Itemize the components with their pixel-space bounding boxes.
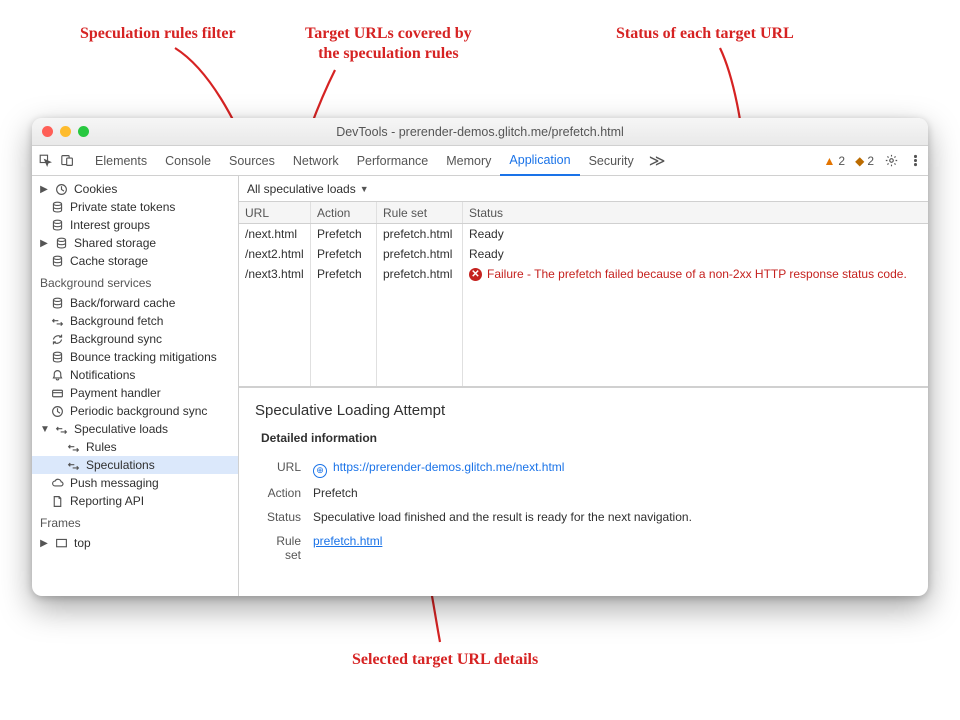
- sidebar-item-reporting-api[interactable]: Reporting API: [32, 492, 238, 510]
- annotation-filter: Speculation rules filter: [80, 24, 236, 44]
- globe-icon: ⊕: [313, 464, 327, 478]
- titlebar: DevTools - prerender-demos.glitch.me/pre…: [32, 118, 928, 146]
- sidebar-item-rules[interactable]: Rules: [32, 438, 238, 456]
- sidebar-item-speculative-loads[interactable]: ▼Speculative loads: [32, 420, 238, 438]
- error-icon: ✕: [469, 268, 482, 281]
- sidebar-item-private-state-tokens[interactable]: Private state tokens: [32, 198, 238, 216]
- arrows-icon: [66, 440, 80, 454]
- frame-icon: [54, 536, 68, 550]
- warnings-badge[interactable]: ▲2: [824, 154, 846, 168]
- detail-heading: Speculative Loading Attempt: [255, 402, 912, 419]
- detail-url-link[interactable]: https://prerender-demos.glitch.me/next.h…: [333, 460, 564, 474]
- tab-performance[interactable]: Performance: [348, 146, 438, 176]
- sidebar-item-back-forward-cache[interactable]: Back/forward cache: [32, 294, 238, 312]
- sidebar-item-cookies[interactable]: ▶Cookies: [32, 180, 238, 198]
- detail-ruleset-link[interactable]: prefetch.html: [313, 534, 382, 548]
- device-icon[interactable]: [60, 154, 74, 168]
- arrows-icon: [50, 314, 64, 328]
- table-row[interactable]: /next2.htmlPrefetchprefetch.htmlReady: [239, 244, 928, 264]
- devtools-window: DevTools - prerender-demos.glitch.me/pre…: [32, 118, 928, 596]
- sidebar-group-frames: Frames: [32, 510, 238, 534]
- table-row[interactable]: /next.htmlPrefetchprefetch.htmlReady: [239, 224, 928, 244]
- detail-ruleset-label: Rule set: [261, 534, 313, 562]
- tab-console[interactable]: Console: [156, 146, 220, 176]
- tab-elements[interactable]: Elements: [86, 146, 156, 176]
- tab-network[interactable]: Network: [284, 146, 348, 176]
- sidebar-item-bounce-tracking-mitigations[interactable]: Bounce tracking mitigations: [32, 348, 238, 366]
- sidebar-group-background: Background services: [32, 270, 238, 294]
- inspect-icon[interactable]: [38, 154, 52, 168]
- clock-icon: [54, 182, 68, 196]
- gear-icon[interactable]: [884, 154, 898, 168]
- sidebar-item-periodic-background-sync[interactable]: Periodic background sync: [32, 402, 238, 420]
- arrows-icon: [66, 458, 80, 472]
- sidebar-item-notifications[interactable]: Notifications: [32, 366, 238, 384]
- table-row[interactable]: /next3.htmlPrefetchprefetch.html✕Failure…: [239, 264, 928, 284]
- cloud-icon: [50, 476, 64, 490]
- sidebar-item-background-sync[interactable]: Background sync: [32, 330, 238, 348]
- tab-memory[interactable]: Memory: [437, 146, 500, 176]
- sidebar-item-background-fetch[interactable]: Background fetch: [32, 312, 238, 330]
- bell-icon: [50, 368, 64, 382]
- sync-icon: [50, 332, 64, 346]
- issues-badge[interactable]: ◆2: [855, 154, 874, 168]
- col-action[interactable]: Action: [311, 202, 377, 223]
- db-icon: [50, 296, 64, 310]
- db-icon: [50, 200, 64, 214]
- db-icon: [50, 254, 64, 268]
- more-icon[interactable]: [908, 154, 922, 168]
- card-icon: [50, 386, 64, 400]
- tab-application[interactable]: Application: [500, 146, 579, 176]
- clock-icon: [50, 404, 64, 418]
- panel-tabs: ElementsConsoleSourcesNetworkPerformance…: [86, 146, 643, 176]
- tab-sources[interactable]: Sources: [220, 146, 284, 176]
- annotation-status: Status of each target URL: [616, 24, 794, 44]
- window-title: DevTools - prerender-demos.glitch.me/pre…: [32, 125, 928, 139]
- tab-security[interactable]: Security: [580, 146, 643, 176]
- col-ruleset[interactable]: Rule set: [377, 202, 463, 223]
- table-body: /next.htmlPrefetchprefetch.htmlReady/nex…: [239, 224, 928, 386]
- doc-icon: [50, 494, 64, 508]
- col-url[interactable]: URL: [239, 202, 311, 223]
- table-header: URL Action Rule set Status: [239, 202, 928, 224]
- detail-subheading: Detailed information: [255, 431, 912, 445]
- sidebar-item-push-messaging[interactable]: Push messaging: [32, 474, 238, 492]
- filter-bar: All speculative loads ▼: [239, 176, 928, 202]
- detail-status-value: Speculative load finished and the result…: [313, 510, 912, 524]
- sidebar-item-top[interactable]: ▶top: [32, 534, 238, 552]
- detail-action-value: Prefetch: [313, 486, 912, 500]
- tab-bar: ElementsConsoleSourcesNetworkPerformance…: [32, 146, 928, 176]
- detail-panel: Speculative Loading Attempt Detailed inf…: [239, 387, 928, 585]
- main-panel: All speculative loads ▼ URL Action Rule …: [239, 176, 928, 596]
- tabs-overflow-icon[interactable]: ≫: [649, 151, 666, 171]
- col-status[interactable]: Status: [463, 202, 928, 223]
- speculations-table: URL Action Rule set Status /next.htmlPre…: [239, 202, 928, 387]
- db-icon: [50, 218, 64, 232]
- detail-status-label: Status: [261, 510, 313, 524]
- sidebar-item-payment-handler[interactable]: Payment handler: [32, 384, 238, 402]
- detail-url-label: URL: [261, 460, 313, 476]
- sidebar-item-shared-storage[interactable]: ▶Shared storage: [32, 234, 238, 252]
- sidebar-item-interest-groups[interactable]: Interest groups: [32, 216, 238, 234]
- annotation-urls: Target URLs covered by the speculation r…: [305, 24, 472, 64]
- db-icon: [50, 350, 64, 364]
- sidebar-item-cache-storage[interactable]: Cache storage: [32, 252, 238, 270]
- annotation-details: Selected target URL details: [352, 650, 538, 670]
- db-icon: [54, 236, 68, 250]
- sidebar: ▶CookiesPrivate state tokensInterest gro…: [32, 176, 239, 596]
- speculative-filter-dropdown[interactable]: All speculative loads ▼: [247, 182, 369, 196]
- arrows-icon: [54, 422, 68, 436]
- sidebar-item-speculations[interactable]: Speculations: [32, 456, 238, 474]
- detail-action-label: Action: [261, 486, 313, 500]
